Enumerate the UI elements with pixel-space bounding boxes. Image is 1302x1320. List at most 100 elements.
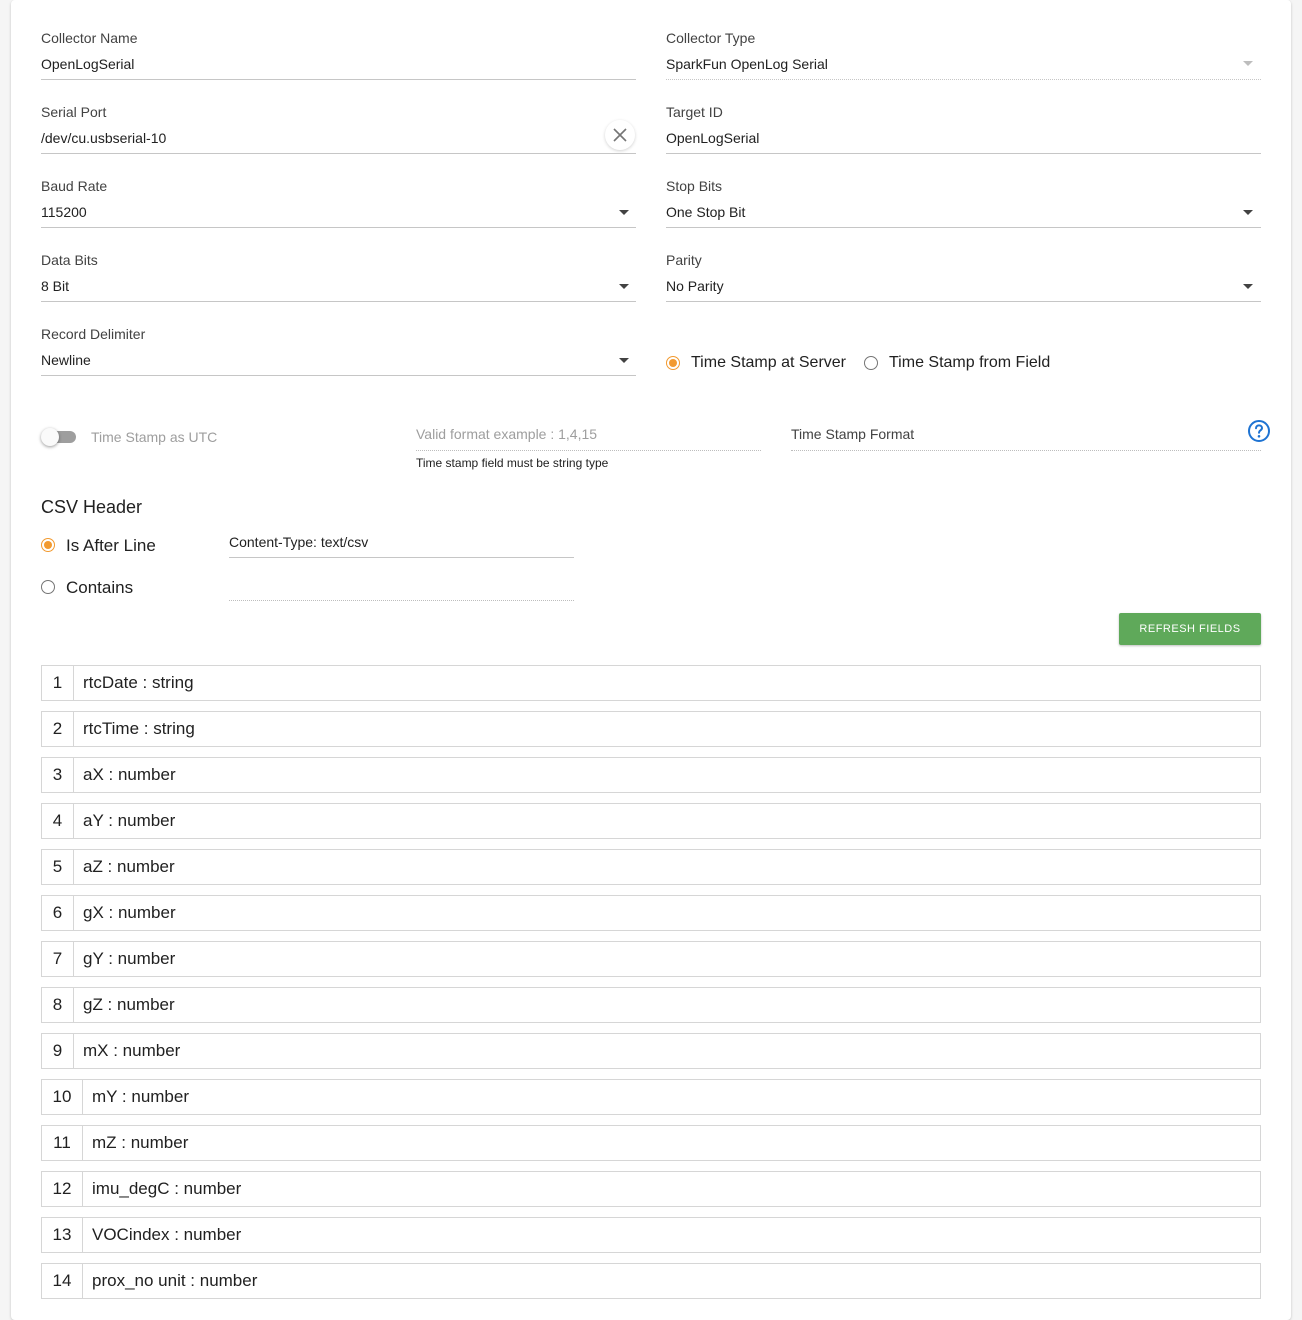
collector-type-underline [666,79,1261,80]
field-index: 5 [42,850,74,884]
collector-name-label: Collector Name [41,30,138,46]
stop-bits-chevron-down-icon[interactable] [1243,210,1253,215]
field-row[interactable]: 14 prox_no unit : number [41,1263,1261,1299]
collector-name-input[interactable]: OpenLogSerial [41,56,134,72]
baud-rate-underline [41,227,636,228]
field-row[interactable]: 10 mY : number [41,1079,1261,1115]
is-after-line-label[interactable]: Is After Line [66,536,156,556]
timestamp-from-field-radio[interactable] [864,356,878,370]
field-name: rtcDate : string [83,673,194,692]
help-button[interactable] [1247,419,1271,443]
after-line-underline [229,557,574,558]
contains-underline [229,600,574,601]
is-after-line-radio[interactable] [41,538,55,552]
field-row[interactable]: 9 mX : number [41,1033,1261,1069]
timestamp-field-hint: Time stamp field must be string type [416,456,609,470]
field-name: mY : number [92,1087,190,1106]
parity-underline [666,301,1261,302]
field-name: VOCindex : number [92,1225,242,1244]
record-delimiter-chevron-down-icon[interactable] [619,358,629,363]
timestamp-from-field-label[interactable]: Time Stamp from Field [889,354,1050,372]
target-id-underline [666,153,1261,154]
field-index: 4 [42,804,74,838]
serial-port-underline [41,153,636,154]
field-name: aZ : number [83,857,175,876]
field-index: 8 [42,988,74,1022]
field-index: 6 [42,896,74,930]
collector-type-label: Collector Type [666,30,756,46]
field-name: prox_no unit : number [92,1271,258,1290]
field-row[interactable]: 12 imu_degC : number [41,1171,1261,1207]
timestamp-format-input[interactable]: Time Stamp Format [791,426,914,442]
parity-chevron-down-icon[interactable] [1243,284,1253,289]
collector-form-card [11,0,1291,1320]
timestamp-utc-label: Time Stamp as UTC [91,429,218,445]
serial-port-input[interactable]: /dev/cu.usbserial-10 [41,130,166,146]
field-row[interactable]: 4 aY : number [41,803,1261,839]
field-name: mZ : number [92,1133,189,1152]
field-row[interactable]: 7 gY : number [41,941,1261,977]
timestamp-format-underline [791,450,1261,451]
baud-rate-label: Baud Rate [41,178,108,194]
data-bits-select[interactable]: 8 Bit [41,278,69,294]
field-index: 7 [42,942,74,976]
field-name: imu_degC : number [92,1179,242,1198]
help-circle-icon [1248,420,1270,442]
collector-type-select[interactable]: SparkFun OpenLog Serial [666,56,828,72]
field-name: gY : number [83,949,176,968]
target-id-input[interactable]: OpenLogSerial [666,130,759,146]
target-id-label: Target ID [666,104,723,120]
field-row[interactable]: 8 gZ : number [41,987,1261,1023]
serial-port-label: Serial Port [41,104,107,120]
field-index: 13 [42,1218,83,1252]
stop-bits-label: Stop Bits [666,178,723,194]
field-index: 3 [42,758,74,792]
parity-label: Parity [666,252,702,268]
record-delimiter-underline [41,375,636,376]
clear-serial-port-button[interactable] [605,120,635,150]
baud-rate-select[interactable]: 115200 [41,204,87,220]
collector-type-chevron-down-icon [1243,61,1253,66]
timestamp-field-underline [416,450,761,451]
field-row[interactable]: 1 rtcDate : string [41,665,1261,701]
field-name: gZ : number [83,995,175,1014]
field-row[interactable]: 6 gX : number [41,895,1261,931]
stop-bits-underline [666,227,1261,228]
baud-rate-chevron-down-icon[interactable] [619,210,629,215]
field-row[interactable]: 5 aZ : number [41,849,1261,885]
field-row[interactable]: 13 VOCindex : number [41,1217,1261,1253]
parity-select[interactable]: No Parity [666,278,724,294]
stop-bits-select[interactable]: One Stop Bit [666,204,745,220]
timestamp-at-server-label[interactable]: Time Stamp at Server [691,354,846,372]
close-icon [613,128,627,142]
contains-label[interactable]: Contains [66,578,133,598]
timestamp-field-input[interactable]: Valid format example : 1,4,15 [416,426,597,442]
field-index: 1 [42,666,74,700]
field-name: rtcTime : string [83,719,195,738]
field-name: aY : number [83,811,176,830]
data-bits-label: Data Bits [41,252,98,268]
field-index: 2 [42,712,74,746]
field-index: 14 [42,1264,83,1298]
field-row[interactable]: 3 aX : number [41,757,1261,793]
contains-radio[interactable] [41,580,55,594]
field-row[interactable]: 2 rtcTime : string [41,711,1261,747]
csv-header-title: CSV Header [41,497,143,517]
field-row[interactable]: 11 mZ : number [41,1125,1261,1161]
field-name: mX : number [83,1041,181,1060]
data-bits-underline [41,301,636,302]
record-delimiter-select[interactable]: Newline [41,352,91,368]
field-name: aX : number [83,765,176,784]
field-name: gX : number [83,903,176,922]
field-index: 9 [42,1034,74,1068]
after-line-input[interactable]: Content-Type: text/csv [229,534,368,550]
collector-name-underline [41,79,636,80]
timestamp-at-server-radio[interactable] [666,356,680,370]
field-index: 11 [42,1126,83,1160]
record-delimiter-label: Record Delimiter [41,326,146,342]
timestamp-utc-toggle[interactable] [41,428,81,448]
field-index: 10 [42,1080,83,1114]
toggle-knob [41,428,59,446]
data-bits-chevron-down-icon[interactable] [619,284,629,289]
refresh-fields-button[interactable]: REFRESH FIELDS [1119,613,1261,645]
